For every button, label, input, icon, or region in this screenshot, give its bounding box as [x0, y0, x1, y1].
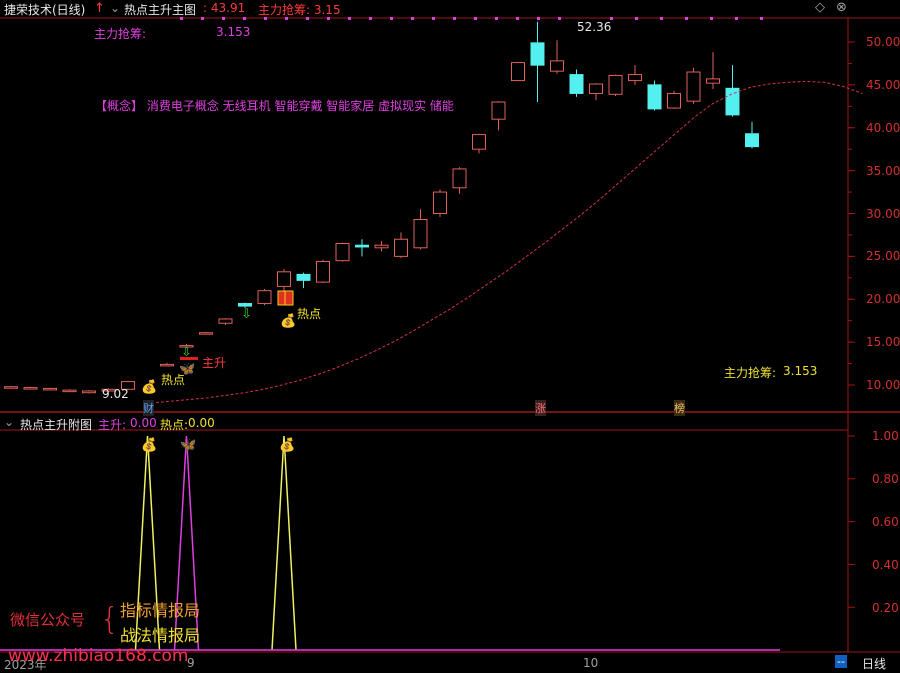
- low-price-label: 9.02: [102, 387, 129, 401]
- price-tick: 50.00: [866, 35, 900, 49]
- price-tick: 30.00: [866, 207, 900, 221]
- candle-body: [238, 303, 252, 307]
- minus-button[interactable]: --: [835, 655, 847, 668]
- price-value: : 43.91: [203, 1, 246, 15]
- indicator-name[interactable]: 热点主升主图: [124, 1, 196, 18]
- candle-body: [530, 42, 545, 66]
- candle-body: [374, 244, 389, 249]
- marker-bang[interactable]: 榜: [674, 400, 685, 416]
- money-bag-icon: 💰: [279, 437, 295, 453]
- arrow-down-icon: ⇩: [241, 307, 252, 322]
- sub-tick: 0.20: [872, 601, 899, 615]
- sub-tick: 0.80: [872, 472, 899, 486]
- marker-zhang[interactable]: 涨: [535, 400, 546, 416]
- candle-body: [725, 87, 740, 116]
- candle-body: [257, 290, 272, 305]
- candle-body: [4, 386, 18, 389]
- sub-tick: 0.60: [872, 515, 899, 529]
- price-tick: 20.00: [866, 292, 900, 306]
- rise-label: 主升: [202, 356, 227, 370]
- price-tick: 10.00: [866, 378, 900, 392]
- hot-label: 热点: [161, 373, 186, 387]
- sub-hot-value: 0.00: [188, 416, 215, 430]
- marker-cai[interactable]: 财: [143, 400, 154, 416]
- candle-body: [569, 74, 584, 94]
- rise-bar: [180, 357, 198, 360]
- candle-body: [413, 219, 428, 249]
- candle-body: [296, 273, 311, 281]
- candle-body: [82, 390, 96, 394]
- candle-body: [550, 60, 564, 72]
- close-icon[interactable]: ⊗: [836, 0, 847, 15]
- chevron-down-icon[interactable]: ⌄: [4, 415, 14, 429]
- sub-hot-label: 热点:: [160, 418, 189, 432]
- candle-body: [491, 101, 506, 120]
- bottom-chips-value: 3.153: [783, 364, 818, 378]
- candle-body: [452, 168, 467, 189]
- chevron-down-icon[interactable]: ⌄: [110, 1, 120, 15]
- candle-body: [355, 244, 369, 248]
- candle-body: [23, 387, 38, 390]
- signal-spike: [271, 435, 297, 651]
- sub-tick: 1.00: [872, 429, 899, 443]
- candle-body: [218, 318, 233, 324]
- hot-label: 热点: [297, 307, 322, 321]
- ma-curve: [150, 80, 863, 404]
- candle-body: [62, 389, 77, 393]
- candle-body: [199, 332, 213, 335]
- title-bar: 捷荣技术(日线) ↑ ⌄ 热点主升主图 : 43.91 主力抢筹: 3.15 ◇…: [0, 0, 900, 18]
- price-tick: 25.00: [866, 249, 900, 263]
- watermark-line2: 战法情报局: [120, 626, 201, 645]
- bottom-chips-label: 主力抢筹:: [724, 366, 777, 380]
- arrow-up-icon: ↑: [94, 1, 105, 16]
- diamond-icon[interactable]: ◇: [815, 0, 825, 15]
- candle-body: [433, 191, 447, 214]
- candle-body: [511, 62, 525, 82]
- price-tick: 35.00: [866, 164, 900, 178]
- candle-body: [608, 74, 623, 95]
- money-bag-icon: 💰: [141, 437, 157, 453]
- sub-tick: 0.40: [872, 558, 899, 572]
- candle-body: [277, 271, 291, 287]
- candle-body: [472, 134, 486, 150]
- butterfly-icon: 🦋: [180, 438, 196, 453]
- price-tick: 15.00: [866, 335, 900, 349]
- price-tick: 45.00: [866, 78, 900, 92]
- date-label: 10: [583, 656, 599, 670]
- watermark-url: www.zhibiao168.com: [8, 646, 189, 666]
- sub-panel-title[interactable]: 热点主升附图: [20, 416, 92, 433]
- candle-body: [686, 71, 701, 102]
- candle-body: [160, 363, 174, 367]
- watermark-line1: 指标情报局: [120, 601, 201, 620]
- candle-body: [394, 238, 408, 257]
- main-chips-number: 3.153: [216, 25, 251, 39]
- concept-text: 【概念】 消费电子概念 无线耳机 智能穿戴 智能家居 虚拟现实 储能: [95, 99, 454, 113]
- sub-rise-value: 0.00: [130, 416, 157, 430]
- money-bag-icon: 💰: [280, 313, 296, 329]
- candle-body: [647, 84, 662, 110]
- candle-body: [589, 83, 603, 94]
- brace-icon: {: [100, 602, 120, 637]
- high-price-label: 52.36: [577, 20, 612, 34]
- price-tick: 40.00: [866, 121, 900, 135]
- candle-body: [335, 243, 350, 262]
- candle-body: [745, 133, 759, 148]
- app-title[interactable]: 捷荣技术(日线): [4, 1, 85, 18]
- main-chips-label: 主力抢筹:: [94, 27, 147, 41]
- candle-body: [667, 92, 681, 109]
- main-chips-value: 主力抢筹: 3.15: [258, 3, 341, 17]
- period-button[interactable]: 日线: [862, 655, 886, 672]
- candle-body: [43, 387, 57, 391]
- sub-rise-label: 主升:: [98, 418, 127, 432]
- candle-body: [706, 78, 720, 84]
- watermark-wechat: 微信公众号: [10, 611, 86, 629]
- candle-body: [316, 261, 330, 283]
- candle-body: [628, 74, 642, 82]
- money-bag-icon: 💰: [141, 379, 157, 395]
